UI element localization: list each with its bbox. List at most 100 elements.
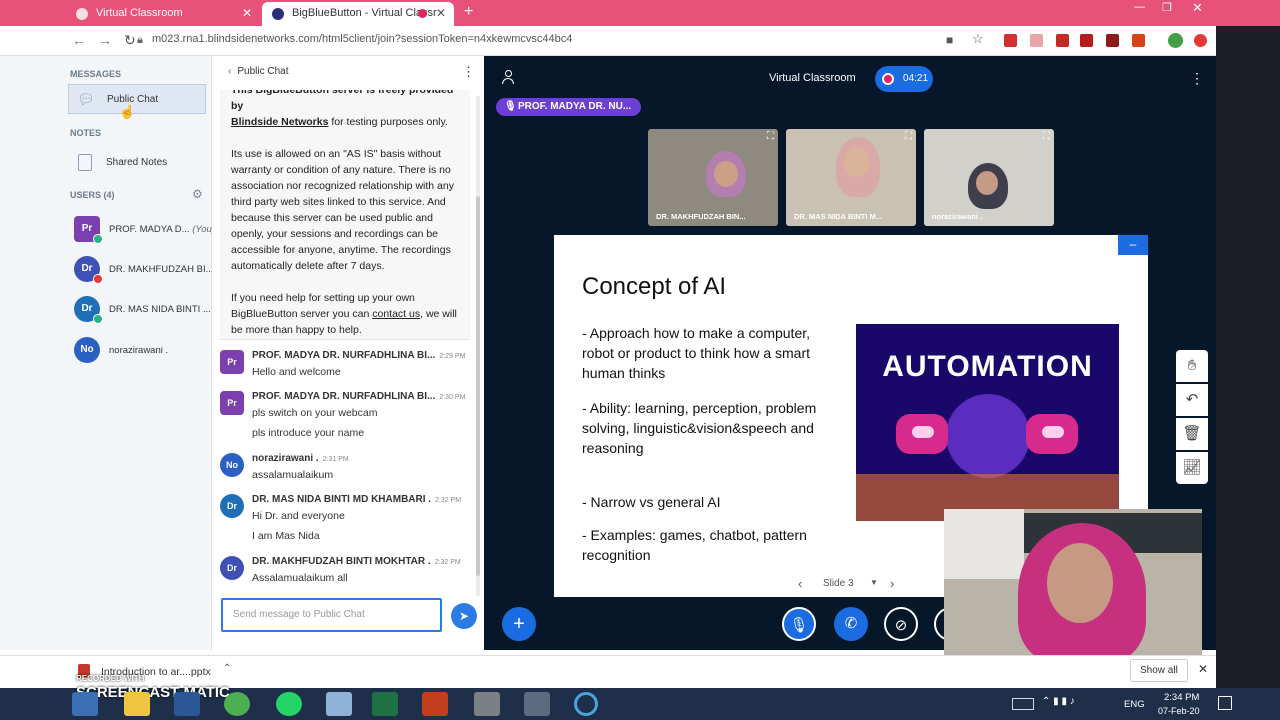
system-tray-icons[interactable]: ⌃ ▮ ▮ ♪	[1042, 696, 1075, 707]
back-icon[interactable]: ←	[72, 32, 86, 48]
chevron-up-icon[interactable]: ⌃	[223, 663, 231, 674]
reload-icon[interactable]: ↻	[124, 32, 136, 49]
close-download-bar-icon[interactable]: ✕	[1198, 662, 1208, 676]
share-webcam-button[interactable]: ⊘	[884, 607, 918, 641]
messages-section-title: MESSAGES	[70, 69, 122, 79]
user-list-item[interactable]: Dr DR. MAKHFUDZAH BI...	[74, 256, 214, 284]
screencast-icon[interactable]	[574, 692, 598, 716]
welcome-message: This BigBlueButton server is freely prov…	[220, 90, 470, 340]
webcam-name: DR. MAKHFUDZAH BIN...	[656, 212, 746, 221]
browser-tab-bar: Virtual Classroom ✕ BigBlueButton - Virt…	[0, 0, 1280, 26]
mute-microphone-button[interactable]: 🎙︎	[782, 607, 816, 641]
leave-audio-button[interactable]: ✆	[834, 607, 868, 641]
user-list-item[interactable]: Pr PROF. MADYA D... (You)	[74, 216, 215, 244]
close-tab-icon[interactable]: ✕	[436, 6, 446, 20]
chrome-icon[interactable]	[224, 692, 250, 716]
slide-selector[interactable]: Slide 3	[823, 578, 854, 589]
clock-time[interactable]: 2:34 PM	[1164, 692, 1199, 703]
notifications-icon[interactable]	[1218, 696, 1232, 710]
previous-slide-icon[interactable]: ‹	[798, 576, 802, 591]
recording-indicator[interactable]: 04:21	[875, 66, 933, 92]
chat-header[interactable]: ‹ Public Chat	[228, 66, 288, 77]
fullscreen-icon[interactable]: ⛶	[1043, 131, 1050, 142]
whatsapp-icon[interactable]	[276, 692, 302, 716]
user-icon[interactable]	[502, 70, 514, 84]
scrollbar-thumb[interactable]	[476, 196, 480, 576]
maximize-icon[interactable]: ❐	[1162, 1, 1172, 14]
snipping-tool-icon[interactable]	[524, 692, 550, 716]
shared-notes-item[interactable]: Shared Notes	[68, 148, 206, 178]
extension-icon[interactable]	[1132, 34, 1145, 47]
user-name: PROF. MADYA D... (You)	[109, 224, 215, 235]
chat-message: No norazirawani . 2:31 PM assalamualaikum	[220, 453, 472, 487]
webcam-tile[interactable]: ⛶ DR. MAS NIDA BINTI M...	[786, 129, 916, 226]
face	[1047, 543, 1113, 623]
shared-notes-label: Shared Notes	[106, 157, 168, 168]
fullscreen-icon[interactable]: ⛶	[767, 131, 774, 142]
pdf-extension-icon[interactable]	[1080, 34, 1093, 47]
excel-icon[interactable]	[372, 692, 398, 716]
language-indicator[interactable]: ENG	[1124, 699, 1145, 710]
extension-icon[interactable]	[1056, 34, 1069, 47]
app-icon[interactable]	[326, 692, 352, 716]
chevron-left-icon[interactable]: ‹	[228, 66, 231, 77]
powerpoint-icon[interactable]	[422, 692, 448, 716]
hand-tool-icon[interactable]: ✋︎	[1176, 350, 1208, 382]
minimize-presentation-button[interactable]: –	[1118, 235, 1148, 255]
blindside-link[interactable]: Blindside Networks	[231, 116, 328, 128]
undo-icon[interactable]: ↶	[1176, 384, 1208, 416]
chat-icon: 💬︎	[77, 91, 95, 107]
next-slide-icon[interactable]: ›	[890, 576, 894, 591]
gear-icon[interactable]: ⚙	[192, 187, 203, 201]
contact-us-link[interactable]: contact us	[372, 308, 420, 320]
profile-avatar[interactable]	[1168, 33, 1183, 48]
user-name: norazirawani .	[109, 345, 169, 356]
webcam-tile[interactable]: ⛶ norazirawani .	[924, 129, 1054, 226]
tab-title: BigBlueButton - Virtual Classr	[292, 7, 437, 19]
file-explorer-icon[interactable]	[124, 692, 150, 716]
app-icon[interactable]	[474, 692, 500, 716]
webcam-tile[interactable]: ⛶ DR. MAKHFUDZAH BIN...	[648, 129, 778, 226]
message-text: Hi Dr. and everyone	[252, 510, 345, 522]
word-icon[interactable]	[174, 692, 200, 716]
close-tab-icon[interactable]: ✕	[242, 6, 252, 20]
trash-icon[interactable]: 🗑︎	[1176, 418, 1208, 450]
forward-icon[interactable]: →	[98, 32, 112, 48]
message-text: pls introduce your name	[252, 427, 365, 439]
extension-icon[interactable]	[1106, 34, 1119, 47]
avatar: Pr	[220, 350, 244, 374]
show-all-button[interactable]: Show all	[1130, 659, 1188, 682]
chat-message: Dr DR. MAKHFUDZAH BINTI MOKHTAR . 2:32 PM…	[220, 556, 472, 590]
keyboard-icon[interactable]	[1012, 698, 1034, 710]
fullscreen-icon[interactable]: ⛶	[905, 131, 912, 142]
chat-scrollbar[interactable]	[476, 96, 480, 596]
close-window-icon[interactable]: ✕	[1192, 0, 1203, 16]
send-message-button[interactable]: ➤	[451, 603, 477, 629]
public-chat-item[interactable]: 💬︎ Public Chat	[68, 84, 206, 114]
bookmark-star-icon[interactable]: ☆	[972, 31, 984, 47]
automation-image: AUTOMATION	[856, 324, 1119, 521]
minimize-icon[interactable]: —	[1134, 1, 1145, 13]
extension-icon[interactable]	[1030, 34, 1043, 47]
url-field[interactable]: m023.rna1.blindsidenetworks.com/html5cli…	[152, 33, 572, 45]
start-button[interactable]	[72, 692, 98, 716]
options-menu-icon[interactable]: ⋮	[1190, 70, 1204, 87]
welcome-paragraph: This BigBlueButton server is freely prov…	[231, 90, 454, 128]
chat-options-icon[interactable]: ⋮	[462, 64, 475, 80]
extension-icon[interactable]	[1004, 34, 1017, 47]
user-list-item[interactable]: No norazirawani .	[74, 337, 210, 365]
actions-plus-button[interactable]: +	[502, 607, 536, 641]
user-list-item[interactable]: Dr DR. MAS NIDA BINTI ...	[74, 296, 211, 324]
camera-icon[interactable]: ■	[946, 33, 953, 47]
chat-message-input[interactable]: Send message to Public Chat	[221, 598, 442, 632]
tab-bigbluebutton[interactable]: BigBlueButton - Virtual Classr ✕	[262, 2, 454, 26]
new-tab-icon[interactable]: +	[464, 3, 473, 21]
multi-user-whiteboard-icon[interactable]: 📈︎	[1176, 452, 1208, 484]
robot-head	[946, 394, 1030, 478]
tab-virtual-classroom[interactable]: Virtual Classroom ✕	[66, 2, 260, 26]
clock-date[interactable]: 07-Feb-20	[1158, 706, 1200, 716]
dropdown-caret-icon[interactable]: ▼	[870, 578, 878, 587]
record-icon	[882, 73, 894, 85]
extension-icon[interactable]	[1194, 34, 1207, 47]
user-name: DR. MAS NIDA BINTI ...	[109, 304, 211, 315]
